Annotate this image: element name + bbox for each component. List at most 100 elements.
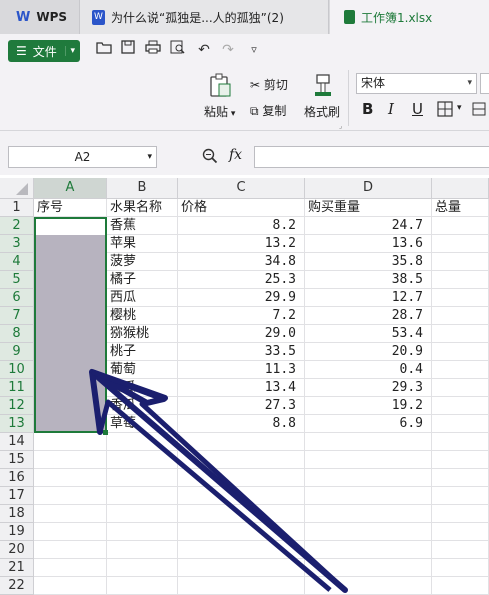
merge-cells-icon[interactable] — [472, 102, 486, 119]
row-header[interactable]: 1 — [0, 199, 34, 217]
cell[interactable] — [178, 469, 305, 487]
cell[interactable] — [432, 559, 489, 577]
cell[interactable] — [34, 577, 107, 595]
cell[interactable] — [34, 523, 107, 541]
header-cell[interactable]: 购买重量 — [305, 199, 432, 217]
cell[interactable] — [432, 217, 489, 235]
cell[interactable]: 8.8 — [178, 415, 305, 433]
cell[interactable] — [432, 253, 489, 271]
cell[interactable] — [432, 487, 489, 505]
cell[interactable]: 24.7 — [305, 217, 432, 235]
copy-button[interactable]: ⧉ 复制 — [250, 102, 286, 119]
formula-input[interactable] — [254, 146, 489, 168]
cell[interactable]: 35.8 — [305, 253, 432, 271]
row-header[interactable]: 7 — [0, 307, 34, 325]
cell[interactable] — [432, 523, 489, 541]
row-header[interactable]: 22 — [0, 577, 34, 595]
cell[interactable] — [178, 523, 305, 541]
save-icon[interactable] — [118, 40, 138, 60]
row-header[interactable]: 12 — [0, 397, 34, 415]
cell[interactable] — [432, 343, 489, 361]
launcher-icon[interactable]: ⌟ — [339, 122, 342, 130]
cell[interactable]: 25.3 — [178, 271, 305, 289]
print-icon[interactable] — [143, 40, 163, 60]
cell[interactable]: 20.9 — [305, 343, 432, 361]
redo-icon[interactable]: ↷ — [218, 40, 238, 60]
header-cell[interactable]: 序号 — [34, 199, 107, 217]
row-header[interactable]: 9 — [0, 343, 34, 361]
cell[interactable] — [432, 325, 489, 343]
row-header[interactable]: 3 — [0, 235, 34, 253]
chevron-down-icon[interactable]: ▾ — [457, 103, 462, 113]
header-cell[interactable]: 价格 — [178, 199, 305, 217]
row-header[interactable]: 19 — [0, 523, 34, 541]
cell[interactable] — [432, 361, 489, 379]
cell[interactable]: 西瓜 — [107, 289, 178, 307]
fill-handle[interactable] — [103, 430, 108, 435]
cell[interactable]: 香瓜 — [107, 397, 178, 415]
cell[interactable]: 53.4 — [305, 325, 432, 343]
row-header[interactable]: 16 — [0, 469, 34, 487]
cell[interactable] — [107, 451, 178, 469]
cell[interactable] — [178, 559, 305, 577]
cell[interactable] — [305, 577, 432, 595]
font-name-select[interactable]: 宋体 ▾ — [356, 73, 477, 94]
cell[interactable] — [305, 469, 432, 487]
row-header[interactable]: 21 — [0, 559, 34, 577]
paste-button[interactable]: 粘贴 ▾ — [204, 103, 235, 120]
cell[interactable] — [432, 541, 489, 559]
cell[interactable]: 11.3 — [178, 361, 305, 379]
cell[interactable]: 29.9 — [178, 289, 305, 307]
cell[interactable]: 0.4 — [305, 361, 432, 379]
print-preview-icon[interactable] — [168, 40, 188, 60]
bold-button[interactable]: B — [362, 100, 373, 118]
cell[interactable]: 19.2 — [305, 397, 432, 415]
cell[interactable] — [34, 469, 107, 487]
cell[interactable]: 猕猴桃 — [107, 325, 178, 343]
cell[interactable]: 草莓 — [107, 415, 178, 433]
cell[interactable] — [432, 505, 489, 523]
row-header[interactable]: 6 — [0, 289, 34, 307]
file-menu-button[interactable]: ☰ 文件 ▾ — [8, 40, 80, 62]
open-folder-icon[interactable] — [94, 40, 114, 60]
cell[interactable] — [107, 541, 178, 559]
cell[interactable] — [107, 469, 178, 487]
cell[interactable] — [178, 577, 305, 595]
undo-icon[interactable]: ↶ — [194, 40, 214, 60]
cell[interactable] — [107, 433, 178, 451]
row-header[interactable]: 10 — [0, 361, 34, 379]
cell[interactable] — [432, 397, 489, 415]
italic-button[interactable]: I — [388, 100, 394, 118]
cell[interactable]: 13.6 — [305, 235, 432, 253]
cell[interactable] — [107, 577, 178, 595]
cell[interactable] — [432, 379, 489, 397]
cell[interactable] — [34, 559, 107, 577]
cell[interactable]: 38.5 — [305, 271, 432, 289]
cell[interactable]: 樱桃 — [107, 307, 178, 325]
row-header[interactable]: 4 — [0, 253, 34, 271]
format-painter-icon[interactable] — [312, 73, 334, 97]
column-header-e[interactable] — [432, 178, 489, 199]
row-header[interactable]: 11 — [0, 379, 34, 397]
cell[interactable]: 29.0 — [178, 325, 305, 343]
cut-button[interactable]: ✂ 剪切 — [250, 76, 288, 93]
cell[interactable]: 香蕉 — [107, 217, 178, 235]
column-header-d[interactable]: D — [305, 178, 432, 199]
select-all-corner[interactable] — [0, 178, 34, 199]
cell[interactable]: 8.2 — [178, 217, 305, 235]
row-header[interactable]: 20 — [0, 541, 34, 559]
cell[interactable]: 葡萄 — [107, 361, 178, 379]
cell[interactable] — [107, 487, 178, 505]
cell[interactable] — [432, 433, 489, 451]
cell[interactable]: 苹果 — [107, 235, 178, 253]
row-header[interactable]: 13 — [0, 415, 34, 433]
zoom-icon[interactable] — [202, 148, 218, 167]
cell[interactable]: 33.5 — [178, 343, 305, 361]
cell[interactable] — [432, 307, 489, 325]
cell[interactable] — [107, 505, 178, 523]
borders-button[interactable] — [437, 101, 455, 120]
cell[interactable] — [107, 523, 178, 541]
header-cell[interactable]: 水果名称 — [107, 199, 178, 217]
format-painter-button[interactable]: 格式刷 — [304, 103, 340, 120]
cell[interactable]: 13.2 — [178, 235, 305, 253]
